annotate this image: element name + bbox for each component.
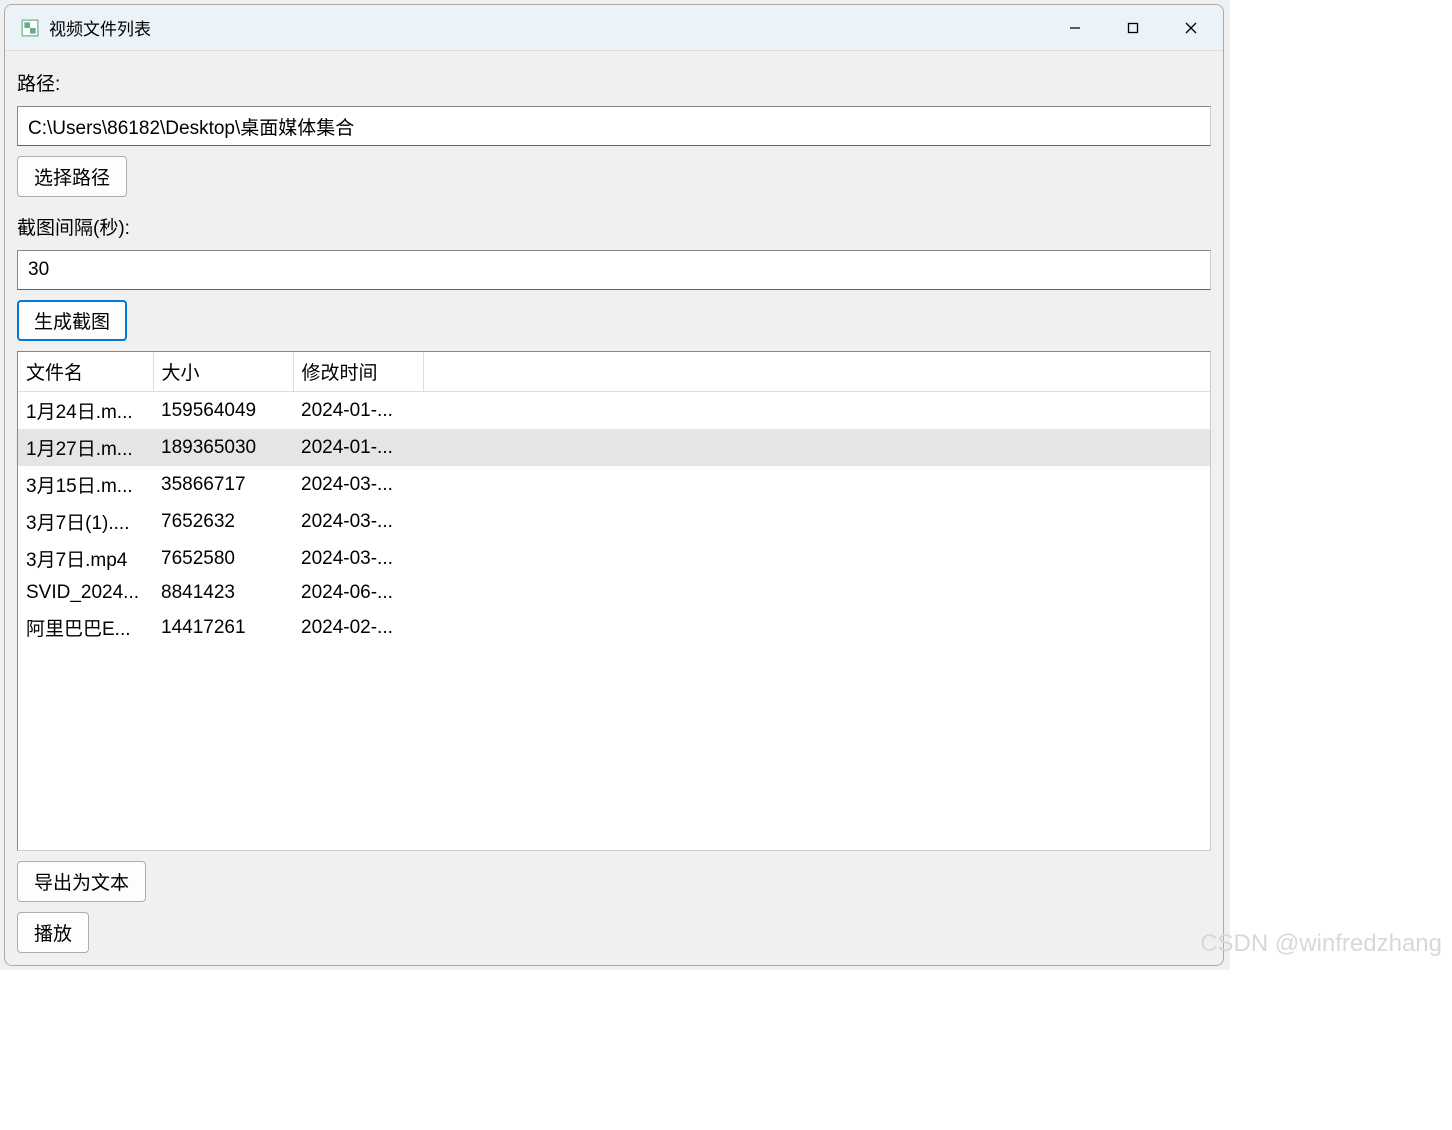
cell-size: 35866717 — [153, 466, 293, 503]
table-row[interactable]: 1月24日.m...1595640492024-01-... — [18, 392, 1210, 430]
cell-size: 189365030 — [153, 429, 293, 466]
cell-modified: 2024-03-... — [293, 466, 423, 503]
interval-input[interactable] — [17, 250, 1211, 290]
cell-size: 159564049 — [153, 392, 293, 430]
header-modified[interactable]: 修改时间 — [293, 352, 423, 392]
cell-blank — [423, 609, 1210, 646]
cell-blank — [423, 540, 1210, 577]
path-label: 路径: — [17, 63, 1211, 96]
window-controls — [1047, 8, 1219, 48]
maximize-button[interactable] — [1105, 8, 1161, 48]
blank-area — [1230, 0, 1452, 1128]
table-header-row: 文件名 大小 修改时间 — [18, 352, 1210, 392]
table-row[interactable]: SVID_2024...88414232024-06-... — [18, 577, 1210, 609]
titlebar[interactable]: 视频文件列表 — [5, 5, 1223, 51]
header-blank — [423, 352, 1210, 392]
cell-filename: 3月7日(1).... — [18, 503, 153, 540]
cell-modified: 2024-02-... — [293, 609, 423, 646]
cell-modified: 2024-06-... — [293, 577, 423, 609]
close-button[interactable] — [1163, 8, 1219, 48]
table-row[interactable]: 3月15日.m...358667172024-03-... — [18, 466, 1210, 503]
cell-filename: 阿里巴巴E... — [18, 609, 153, 646]
cell-modified: 2024-03-... — [293, 540, 423, 577]
cell-filename: 3月7日.mp4 — [18, 540, 153, 577]
blank-area — [0, 970, 1452, 1130]
generate-button[interactable]: 生成截图 — [17, 300, 127, 341]
cell-modified: 2024-03-... — [293, 503, 423, 540]
cell-blank — [423, 466, 1210, 503]
table-row[interactable]: 3月7日(1)....76526322024-03-... — [18, 503, 1210, 540]
cell-filename: 1月24日.m... — [18, 392, 153, 430]
minimize-button[interactable] — [1047, 8, 1103, 48]
table-row[interactable]: 阿里巴巴E...144172612024-02-... — [18, 609, 1210, 646]
header-size[interactable]: 大小 — [153, 352, 293, 392]
app-window: 视频文件列表 路径: 选择路径 截图间隔(秒): 生成截图 文件名 — [4, 4, 1224, 966]
cell-filename: 1月27日.m... — [18, 429, 153, 466]
select-path-button[interactable]: 选择路径 — [17, 156, 127, 197]
path-input[interactable] — [17, 106, 1211, 146]
content-area: 路径: 选择路径 截图间隔(秒): 生成截图 文件名 大小 修改时间 1月24日… — [5, 51, 1223, 965]
export-text-button[interactable]: 导出为文本 — [17, 861, 146, 902]
table-row[interactable]: 1月27日.m...1893650302024-01-... — [18, 429, 1210, 466]
window-title: 视频文件列表 — [49, 15, 1047, 40]
cell-size: 7652632 — [153, 503, 293, 540]
cell-blank — [423, 429, 1210, 466]
cell-modified: 2024-01-... — [293, 392, 423, 430]
header-filename[interactable]: 文件名 — [18, 352, 153, 392]
cell-size: 8841423 — [153, 577, 293, 609]
table-row[interactable]: 3月7日.mp476525802024-03-... — [18, 540, 1210, 577]
cell-size: 14417261 — [153, 609, 293, 646]
cell-filename: 3月15日.m... — [18, 466, 153, 503]
cell-blank — [423, 392, 1210, 430]
cell-modified: 2024-01-... — [293, 429, 423, 466]
app-icon — [21, 19, 39, 37]
cell-size: 7652580 — [153, 540, 293, 577]
cell-filename: SVID_2024... — [18, 577, 153, 609]
file-table[interactable]: 文件名 大小 修改时间 1月24日.m...1595640492024-01-.… — [17, 351, 1211, 851]
play-button[interactable]: 播放 — [17, 912, 89, 953]
interval-label: 截图间隔(秒): — [17, 207, 1211, 240]
cell-blank — [423, 577, 1210, 609]
cell-blank — [423, 503, 1210, 540]
